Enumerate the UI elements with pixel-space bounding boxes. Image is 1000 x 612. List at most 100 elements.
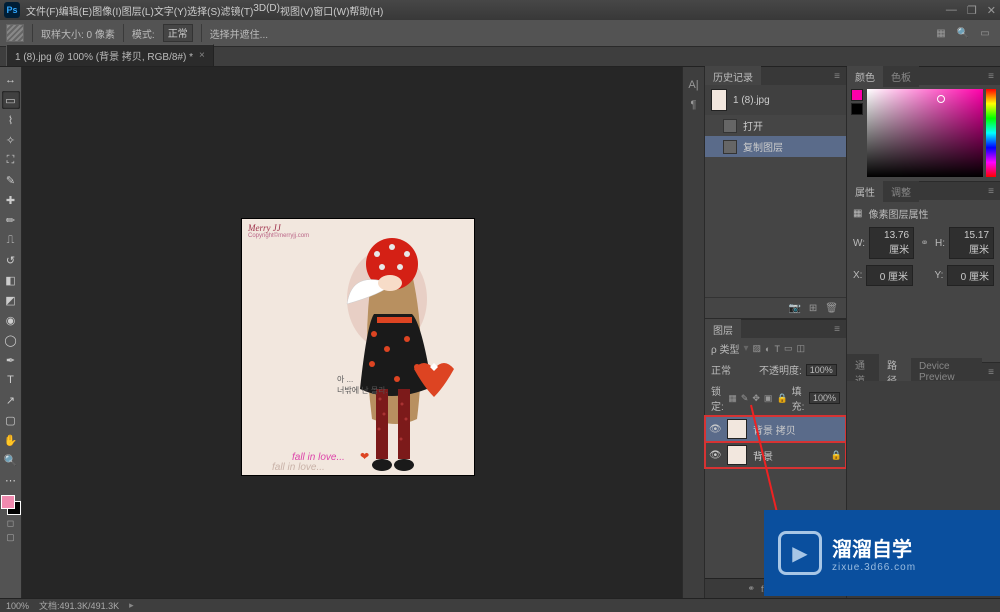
minimize-button[interactable]: — (946, 4, 957, 17)
filter-adjust-icon[interactable]: ◐ (765, 344, 770, 354)
move-tool-icon[interactable]: ↔ (2, 71, 20, 89)
props-panel-menu-icon[interactable]: ≡ (982, 186, 1000, 197)
select-mask-button[interactable]: 选择并遮住... (210, 26, 268, 41)
doc-size[interactable]: 文档:491.3K/491.3K (39, 599, 119, 612)
menu-edit[interactable]: 编辑(E) (59, 3, 92, 18)
x-field[interactable]: 0 厘米 (866, 265, 913, 286)
edit-toolbar-icon[interactable]: ⋯ (2, 471, 20, 489)
path-tool-icon[interactable]: ↗ (2, 391, 20, 409)
brush-tool-icon[interactable]: ✏ (2, 211, 20, 229)
picker-fg-swatch[interactable] (851, 89, 863, 101)
tool-preset-icon[interactable] (6, 24, 24, 42)
layer-row-copy[interactable]: 👁 背景 拷贝 (705, 416, 846, 442)
document-tab[interactable]: 1 (8).jpg @ 100% (背景 拷贝, RGB/8#) * × (6, 44, 214, 66)
color-panel-menu-icon[interactable]: ≡ (982, 71, 1000, 82)
type-tool-icon[interactable]: T (2, 371, 20, 389)
arrange-icon[interactable]: ▦ (932, 24, 950, 42)
menu-3d[interactable]: 3D(D) (253, 3, 280, 18)
menu-image[interactable]: 图像(I) (92, 3, 121, 18)
hand-tool-icon[interactable]: ✋ (2, 431, 20, 449)
y-field[interactable]: 0 厘米 (947, 265, 994, 286)
opacity-value[interactable]: 100% (806, 364, 837, 376)
workspace-icon[interactable]: ▭ (976, 24, 994, 42)
h-field[interactable]: 15.17 厘米 (949, 227, 994, 259)
filter-pixel-icon[interactable]: ▨ (753, 343, 762, 354)
menu-help[interactable]: 帮助(H) (349, 3, 383, 18)
menu-file[interactable]: 文件(F) (26, 3, 59, 18)
color-picker[interactable] (847, 85, 1000, 181)
pen-tool-icon[interactable]: ✒ (2, 351, 20, 369)
lock-position-icon[interactable]: ✥ (752, 393, 760, 404)
history-panel-menu-icon[interactable]: ≡ (828, 71, 846, 82)
color-field[interactable] (867, 89, 983, 177)
lock-artboard-icon[interactable]: ▣ (764, 393, 773, 404)
zoom-tool-icon[interactable]: 🔍 (2, 451, 20, 469)
lasso-tool-icon[interactable]: ⌇ (2, 111, 20, 129)
properties-tab[interactable]: 属性 (847, 181, 883, 202)
history-delete-icon[interactable]: 🗑 (825, 303, 838, 314)
menu-filter[interactable]: 滤镜(T) (221, 3, 254, 18)
eraser-tool-icon[interactable]: ◧ (2, 271, 20, 289)
crop-tool-icon[interactable]: ⛶ (2, 151, 20, 169)
menu-type[interactable]: 文字(Y) (154, 3, 187, 18)
menu-window[interactable]: 窗口(W) (313, 3, 349, 18)
blend-mode-dropdown[interactable]: 正常 (711, 362, 755, 377)
search-icon[interactable]: 🔍 (954, 24, 972, 42)
maximize-button[interactable]: ❐ (967, 4, 977, 17)
filter-smart-icon[interactable]: ◫ (796, 343, 805, 354)
picker-bg-swatch[interactable] (851, 103, 863, 115)
quickmask-icon[interactable]: ◻ (5, 517, 17, 529)
foreground-color-swatch[interactable] (1, 495, 15, 509)
shape-tool-icon[interactable]: ▢ (2, 411, 20, 429)
history-step-open[interactable]: 打开 (705, 115, 846, 136)
layer-kind-filter[interactable]: ρ 类型 (711, 341, 739, 356)
swatches-tab[interactable]: 色板 (883, 66, 919, 87)
layers-panel-menu-icon[interactable]: ≡ (828, 324, 846, 335)
lock-pixels-icon[interactable]: ✎ (741, 393, 749, 404)
lock-all-icon[interactable]: 🔒 (776, 393, 787, 404)
dodge-tool-icon[interactable]: ◯ (2, 331, 20, 349)
history-camera-icon[interactable]: 📷 (788, 303, 800, 314)
canvas-area[interactable]: Merry JJ Copyright©merryjj.com (22, 67, 682, 598)
lock-transparent-icon[interactable]: ▦ (728, 393, 737, 404)
filter-type-icon[interactable]: T (774, 344, 780, 354)
layers-tab[interactable]: 图层 (705, 319, 741, 340)
mode-dropdown[interactable]: 正常 (163, 24, 193, 42)
zoom-level[interactable]: 100% (6, 601, 29, 611)
color-cursor[interactable] (937, 95, 945, 103)
stamp-tool-icon[interactable]: ⎍ (2, 231, 20, 249)
menu-select[interactable]: 选择(S) (187, 3, 220, 18)
visibility-icon[interactable]: 👁 (709, 450, 721, 461)
eyedropper-tool-icon[interactable]: ✎ (2, 171, 20, 189)
color-swatch[interactable] (1, 495, 21, 515)
layer-row-background[interactable]: 👁 背景 🔒 (705, 442, 846, 468)
history-brush-tool-icon[interactable]: ↺ (2, 251, 20, 269)
link-layers-icon[interactable]: ⚭ (747, 583, 755, 594)
history-step-duplicate[interactable]: 复制图层 (705, 136, 846, 157)
hue-strip[interactable] (986, 89, 996, 177)
history-tab[interactable]: 历史记录 (705, 66, 761, 87)
document-canvas[interactable]: Merry JJ Copyright©merryjj.com (242, 219, 474, 475)
color-tab[interactable]: 颜色 (847, 66, 883, 87)
blur-tool-icon[interactable]: ◉ (2, 311, 20, 329)
close-button[interactable]: ✕ (987, 4, 996, 17)
magic-wand-tool-icon[interactable]: ✧ (2, 131, 20, 149)
link-wh-icon[interactable]: ⚭ (918, 238, 931, 249)
dock-character-icon[interactable]: A| (688, 79, 698, 91)
history-snapshot[interactable]: 1 (8).jpg (705, 85, 846, 115)
layer-name[interactable]: 背景 拷贝 (753, 422, 796, 437)
marquee-tool-icon[interactable]: ▭ (2, 91, 20, 109)
tab-close-icon[interactable]: × (199, 50, 205, 61)
dock-paragraph-icon[interactable]: ¶ (691, 99, 697, 111)
fill-value[interactable]: 100% (809, 392, 840, 404)
adjustments-tab[interactable]: 调整 (883, 181, 919, 202)
lib-panel-menu-icon[interactable]: ≡ (982, 367, 1000, 378)
menu-layer[interactable]: 图层(L) (122, 3, 154, 18)
filter-shape-icon[interactable]: ▭ (784, 343, 793, 354)
w-field[interactable]: 13.76 厘米 (869, 227, 914, 259)
history-new-icon[interactable]: ⊞ (809, 303, 817, 314)
healing-tool-icon[interactable]: ✚ (2, 191, 20, 209)
layer-name[interactable]: 背景 (753, 448, 773, 463)
gradient-tool-icon[interactable]: ◩ (2, 291, 20, 309)
visibility-icon[interactable]: 👁 (709, 424, 721, 435)
